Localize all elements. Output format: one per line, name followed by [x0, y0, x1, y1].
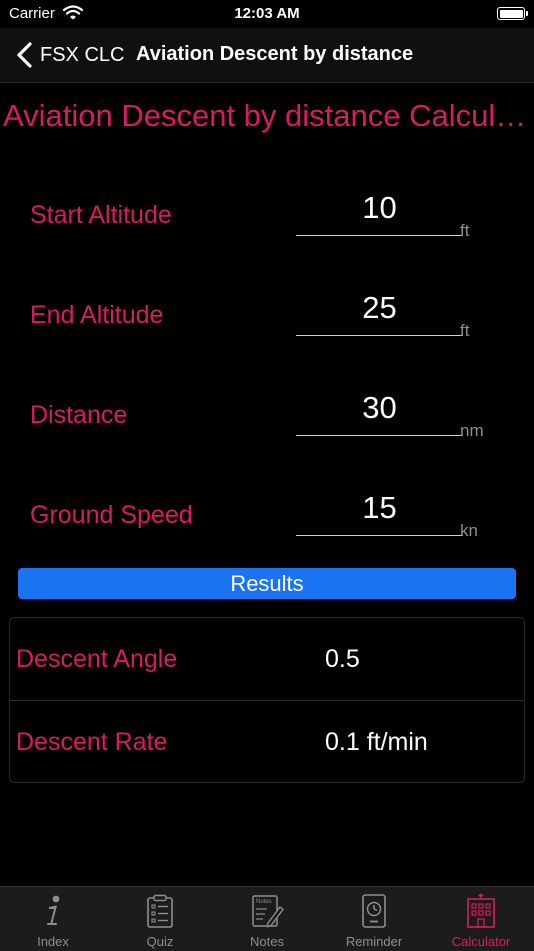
end-altitude-input[interactable] — [296, 281, 463, 336]
page-title: Aviation Descent by distance — [136, 43, 414, 65]
notes-pencil-icon: Notes — [252, 895, 284, 928]
descent-rate-label: Descent Rate — [16, 728, 168, 756]
tab-calculator[interactable]: Calculator — [428, 887, 534, 951]
info-icon — [47, 895, 60, 925]
tab-reminder-label: Reminder — [345, 934, 403, 949]
distance-input[interactable] — [296, 381, 463, 436]
ground-speed-label: Ground Speed — [30, 501, 193, 529]
tab-quiz[interactable]: Quiz — [107, 887, 213, 951]
results-table: Descent Angle 0.5 Descent Rate 0.1 ft/mi… — [9, 617, 525, 783]
tab-notes[interactable]: Notes Notes — [214, 887, 320, 951]
status-time: 12:03 AM — [234, 5, 300, 22]
results-button[interactable]: Results — [18, 568, 516, 599]
descent-angle-label: Descent Angle — [16, 645, 178, 673]
start-altitude-row: Start Altitude ft — [0, 181, 534, 261]
end-altitude-label: End Altitude — [30, 301, 164, 329]
start-altitude-input[interactable] — [296, 181, 463, 236]
tab-index-label: Index — [37, 934, 69, 949]
battery-icon — [497, 7, 528, 20]
ground-speed-unit: kn — [460, 521, 478, 540]
descent-angle-value: 0.5 — [325, 645, 360, 673]
chevron-left-icon — [17, 42, 32, 68]
tab-calculator-label: Calculator — [451, 934, 511, 949]
descent-angle-row: Descent Angle 0.5 — [10, 618, 524, 700]
descent-rate-value: 0.1 ft/min — [325, 728, 428, 756]
start-altitude-label: Start Altitude — [30, 201, 172, 229]
distance-row: Distance nm — [0, 381, 534, 461]
status-bar: Carrier 12:03 AM — [0, 0, 534, 28]
start-altitude-unit: ft — [460, 221, 470, 240]
distance-label: Distance — [30, 401, 128, 429]
ground-speed-row: Ground Speed kn — [0, 481, 534, 561]
end-altitude-row: End Altitude ft — [0, 281, 534, 361]
ground-speed-input[interactable] — [296, 481, 463, 536]
tab-notes-label: Notes — [250, 934, 284, 949]
clock-device-icon — [362, 894, 386, 928]
clipboard-list-icon — [147, 894, 173, 928]
tab-bar: Index Quiz Notes Notes Reminder Calculat… — [0, 886, 534, 951]
tab-index[interactable]: Index — [0, 887, 106, 951]
end-altitude-unit: ft — [460, 321, 470, 340]
navigation-bar: FSX CLC Aviation Descent by distance — [0, 28, 534, 83]
descent-rate-row: Descent Rate 0.1 ft/min — [10, 700, 524, 783]
calculator-title: Aviation Descent by distance Calculator — [3, 98, 534, 133]
distance-unit: nm — [460, 421, 484, 440]
tab-reminder[interactable]: Reminder — [321, 887, 427, 951]
back-button[interactable]: FSX CLC — [14, 39, 124, 71]
notes-icon-text: Notes — [256, 899, 272, 905]
tab-quiz-label: Quiz — [146, 934, 174, 949]
back-label: FSX CLC — [40, 43, 125, 66]
calculator-building-icon — [467, 893, 495, 928]
